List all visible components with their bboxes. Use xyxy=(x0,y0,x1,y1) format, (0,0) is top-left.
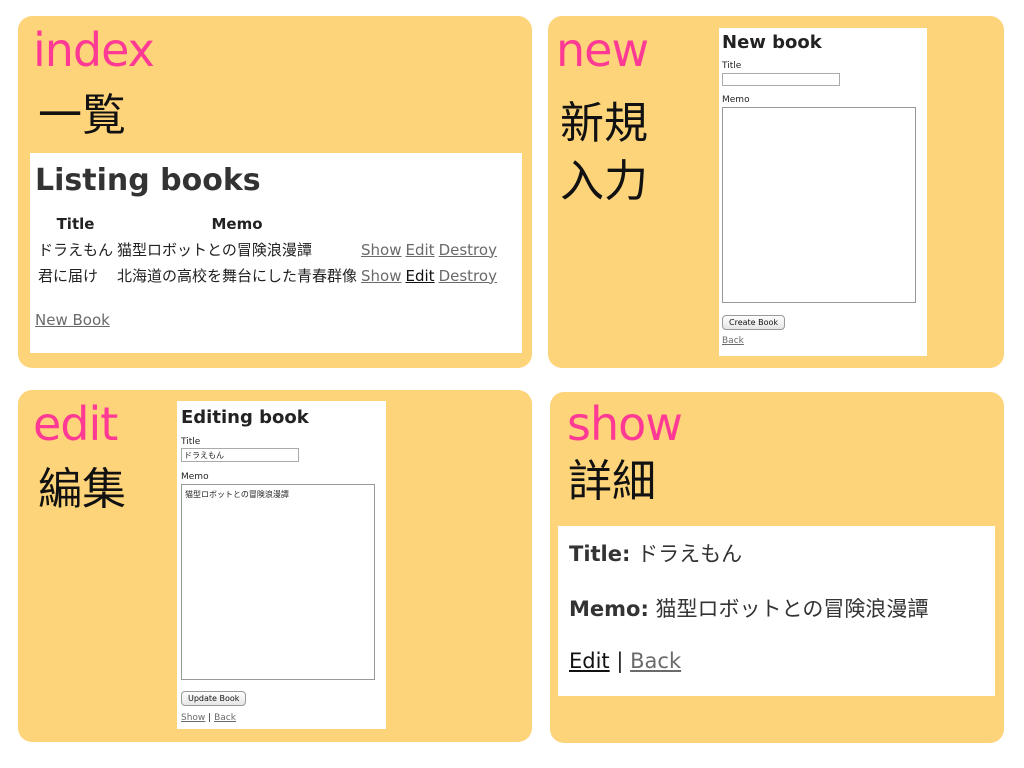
update-book-button[interactable]: Update Book xyxy=(181,691,247,706)
title-label: Title: xyxy=(569,542,631,566)
create-book-button[interactable]: Create Book xyxy=(722,315,786,330)
memo-textarea[interactable]: 猫型ロボットとの冒険浪漫譚 xyxy=(181,484,375,680)
new-book-title: New book xyxy=(722,32,822,53)
title-value: ドラえもん xyxy=(637,542,743,566)
title-label: Title xyxy=(181,437,201,447)
books-table: Title Memo ドラえもん 猫型ロボットとの冒険浪漫譚 Show Edit D… xyxy=(36,215,503,289)
memo-value: 猫型ロボットとの冒険浪漫譚 xyxy=(655,597,929,621)
new-kanji-line1: 新規 xyxy=(560,98,648,149)
column-header-memo: Memo xyxy=(211,215,263,233)
show-panel: show 詳細 Title: ドラえもん Memo: 猫型ロボットとの冒険浪漫譚… xyxy=(550,392,1004,743)
new-book-link[interactable]: New Book xyxy=(35,311,110,329)
show-footer-links: Edit | Back xyxy=(569,649,681,673)
title-input[interactable] xyxy=(181,448,299,462)
show-link[interactable]: Show xyxy=(181,713,205,723)
edit-link[interactable]: Edit xyxy=(569,649,610,673)
edit-panel: edit 編集 Editing book Title Memo 猫型ロボットとの… xyxy=(18,390,532,742)
column-header-title: Title xyxy=(56,215,95,233)
show-link[interactable]: Show xyxy=(361,267,401,285)
listing-title: Listing books xyxy=(35,163,261,198)
index-kanji: 一覧 xyxy=(38,90,126,141)
show-heading: show xyxy=(567,397,683,451)
new-panel: new 新規 入力 New book Title Memo Create Boo… xyxy=(548,16,1004,368)
link-separator: | xyxy=(616,649,624,673)
book-memo-cell: 北海道の高校を舞台にした青春群像 xyxy=(117,267,358,285)
title-input[interactable] xyxy=(722,73,840,86)
book-memo-cell: 猫型ロボットとの冒険浪漫譚 xyxy=(117,241,312,259)
table-row: 君に届け 北海道の高校を舞台にした青春群像 Show Edit Destroy xyxy=(36,263,503,289)
destroy-link[interactable]: Destroy xyxy=(439,241,497,259)
edit-heading: edit xyxy=(33,397,118,451)
new-screen: New book Title Memo Create Book Back xyxy=(719,28,927,356)
show-memo-line: Memo: 猫型ロボットとの冒険浪漫譚 xyxy=(569,593,928,623)
edit-screen: Editing book Title Memo 猫型ロボットとの冒険浪漫譚 Up… xyxy=(177,401,386,729)
memo-label: Memo xyxy=(181,472,209,482)
table-row: ドラえもん 猫型ロボットとの冒険浪漫譚 Show Edit Destroy xyxy=(36,237,503,263)
show-title-line: Title: ドラえもん xyxy=(569,538,742,568)
back-link[interactable]: Back xyxy=(214,713,236,723)
index-heading: index xyxy=(33,23,155,77)
memo-textarea[interactable] xyxy=(722,107,916,303)
edit-link[interactable]: Edit xyxy=(406,241,435,259)
link-separator: | xyxy=(208,713,212,723)
new-kanji-line2: 入力 xyxy=(560,156,648,207)
index-panel: index 一覧 Listing books Title Memo ドラえもん … xyxy=(18,16,532,368)
show-kanji: 詳細 xyxy=(568,456,656,507)
destroy-link[interactable]: Destroy xyxy=(439,267,497,285)
show-screen: Title: ドラえもん Memo: 猫型ロボットとの冒険浪漫譚 Edit | … xyxy=(558,526,995,696)
edit-footer-links: Show | Back xyxy=(181,713,236,723)
book-title-cell: 君に届け xyxy=(38,267,99,285)
edit-kanji: 編集 xyxy=(38,464,126,515)
back-link[interactable]: Back xyxy=(722,336,744,346)
title-label: Title xyxy=(722,61,742,71)
book-title-cell: ドラえもん xyxy=(38,241,114,259)
memo-label: Memo: xyxy=(569,597,649,621)
back-link[interactable]: Back xyxy=(630,649,681,673)
index-screen: Listing books Title Memo ドラえもん 猫型ロボットとの冒… xyxy=(30,153,522,353)
memo-label: Memo xyxy=(722,95,750,105)
show-link[interactable]: Show xyxy=(361,241,401,259)
new-heading: new xyxy=(556,23,649,77)
edit-link[interactable]: Edit xyxy=(406,267,435,285)
editing-book-title: Editing book xyxy=(181,407,309,428)
